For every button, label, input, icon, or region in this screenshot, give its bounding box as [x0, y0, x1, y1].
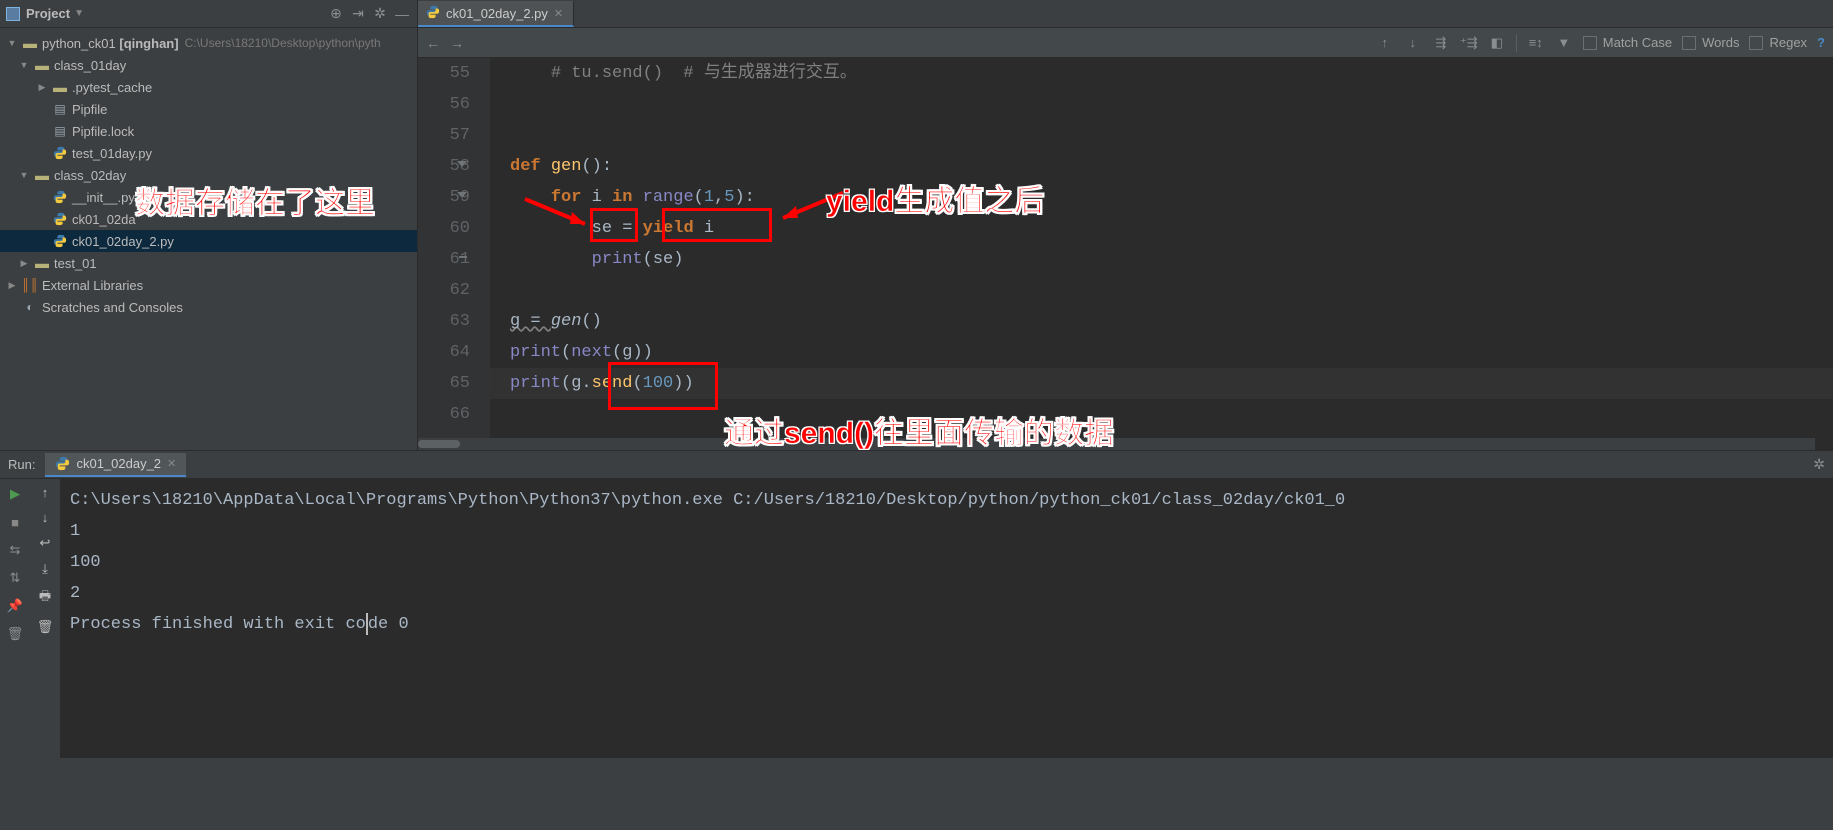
- file-icon: ▤: [52, 123, 68, 139]
- gear-icon[interactable]: ✲: [1813, 456, 1825, 473]
- tree-pyfile[interactable]: test_01day.py: [0, 142, 417, 164]
- python-file-icon: [52, 233, 68, 249]
- folder-icon: ▬: [34, 167, 50, 183]
- tree-root[interactable]: ▼ ▬ python_ck01 [qinghan] C:\Users\18210…: [0, 32, 417, 54]
- select-all-icon[interactable]: ⇶: [1432, 35, 1450, 51]
- close-icon[interactable]: ✕: [554, 7, 563, 20]
- find-window-icon[interactable]: ◧: [1488, 35, 1506, 51]
- gear-icon[interactable]: ✲: [371, 5, 389, 23]
- python-file-icon: [52, 189, 68, 205]
- tree-folder[interactable]: ▼▬ class_01day: [0, 54, 417, 76]
- softwrap-icon[interactable]: ↩: [40, 535, 51, 551]
- scratch-icon: ◐: [22, 299, 38, 315]
- editor-scrollbar[interactable]: [418, 438, 1815, 450]
- run-tab-label: ck01_02day_2: [76, 456, 161, 471]
- help-icon[interactable]: ?: [1817, 35, 1825, 50]
- console-output[interactable]: C:\Users\18210\AppData\Local\Programs\Py…: [60, 479, 1833, 758]
- add-selection-icon[interactable]: ⁺⇶: [1460, 35, 1478, 51]
- python-file-icon: [52, 145, 68, 161]
- run-tab[interactable]: ck01_02day_2 ✕: [45, 453, 186, 477]
- nav-fwd-icon[interactable]: →: [450, 35, 464, 51]
- tree-folder[interactable]: ▼▬ class_02day: [0, 164, 417, 186]
- down-icon[interactable]: ↓: [42, 510, 49, 525]
- tree-pyfile-selected[interactable]: ck01_02day_2.py: [0, 230, 417, 252]
- project-tree[interactable]: ▼ ▬ python_ck01 [qinghan] C:\Users\18210…: [0, 28, 417, 322]
- project-sidebar-header: Project ▼ ⊕ ⇥ ✲ —: [0, 0, 417, 28]
- external-libraries[interactable]: ▶║║ External Libraries: [0, 274, 417, 296]
- close-icon[interactable]: ✕: [167, 457, 176, 470]
- prev-match-icon[interactable]: ↑: [1376, 35, 1394, 50]
- pin-icon[interactable]: 📌: [6, 597, 24, 615]
- next-match-icon[interactable]: ↓: [1404, 35, 1422, 50]
- folder-icon: ▬: [34, 57, 50, 73]
- clear-icon[interactable]: 🗑: [37, 619, 54, 635]
- restart-icon[interactable]: ⇆: [6, 541, 24, 559]
- folder-icon: ▬: [22, 35, 38, 51]
- editor-tabbar: ck01_02day_2.py ✕: [418, 0, 1833, 28]
- trash-icon[interactable]: 🗑: [6, 625, 24, 643]
- tree-folder[interactable]: ▶▬ .pytest_cache: [0, 76, 417, 98]
- tree-file[interactable]: ▤ Pipfile.lock: [0, 120, 417, 142]
- editor-tab-label: ck01_02day_2.py: [446, 6, 548, 21]
- gutter[interactable]: 555657585960616263646566: [418, 58, 490, 450]
- stop-icon[interactable]: ■: [6, 513, 24, 531]
- words-checkbox[interactable]: Words: [1682, 35, 1739, 50]
- root-path: C:\Users\18210\Desktop\python\pyth: [185, 36, 381, 50]
- editor: ck01_02day_2.py ✕ ← → ↑ ↓ ⇶ ⁺⇶ ◧ ≡↕ ▼ Ma…: [418, 0, 1833, 450]
- collapse-icon[interactable]: ⇥: [349, 5, 367, 23]
- run-label: Run:: [8, 457, 35, 472]
- up-icon[interactable]: ↑: [42, 485, 49, 500]
- layout-icon[interactable]: ⇅: [6, 569, 24, 587]
- match-case-checkbox[interactable]: Match Case: [1583, 35, 1672, 50]
- code-lines[interactable]: # tu.send() # 与生成器进行交互。def gen(): for i …: [490, 58, 1833, 450]
- run-console: ▶ ■ ⇆ ⇅ 📌 🗑 ↑ ↓ ↩ ⤓ 🖶 🗑 C:\Users\18210\A…: [0, 478, 1833, 758]
- project-sidebar: Project ▼ ⊕ ⇥ ✲ — ▼ ▬ python_ck01 [qingh…: [0, 0, 418, 450]
- scroll-end-icon[interactable]: ⤓: [42, 561, 48, 577]
- project-icon: [6, 7, 20, 21]
- python-file-icon: [52, 211, 68, 227]
- tree-pyfile[interactable]: __init__.py: [0, 186, 417, 208]
- run-left-toolbar: ▶ ■ ⇆ ⇅ 📌 🗑: [0, 479, 30, 758]
- run-toolbar: Run: ck01_02day_2 ✕ ✲: [0, 450, 1833, 478]
- python-file-icon: [426, 5, 440, 22]
- rerun-icon[interactable]: ▶: [6, 485, 24, 503]
- project-title: Project: [26, 6, 70, 21]
- find-bar: ← → ↑ ↓ ⇶ ⁺⇶ ◧ ≡↕ ▼ Match Case Words Reg…: [418, 28, 1833, 58]
- scratches-consoles[interactable]: ◐ Scratches and Consoles: [0, 296, 417, 318]
- chevron-down-icon[interactable]: ▼: [74, 8, 84, 19]
- tree-file[interactable]: ▤ Pipfile: [0, 98, 417, 120]
- folder-icon: ▬: [52, 79, 68, 95]
- tree-pyfile[interactable]: ck01_02da: [0, 208, 417, 230]
- filter-icon[interactable]: ▼: [1555, 35, 1573, 50]
- regex-checkbox[interactable]: Regex: [1749, 35, 1807, 50]
- find-input[interactable]: [474, 32, 814, 54]
- locate-icon[interactable]: ⊕: [327, 5, 345, 23]
- run-left-toolbar2: ↑ ↓ ↩ ⤓ 🖶 🗑: [30, 479, 60, 758]
- code-editor[interactable]: 555657585960616263646566 # tu.send() # 与…: [418, 58, 1833, 450]
- filter-left-icon[interactable]: ≡↕: [1527, 35, 1545, 50]
- python-file-icon: [55, 456, 70, 471]
- library-icon: ║║: [22, 277, 38, 293]
- tree-folder[interactable]: ▶▬ test_01: [0, 252, 417, 274]
- file-icon: ▤: [52, 101, 68, 117]
- folder-icon: ▬: [34, 255, 50, 271]
- print-icon[interactable]: 🖶: [39, 587, 51, 609]
- minimize-icon[interactable]: —: [393, 5, 411, 23]
- editor-tab[interactable]: ck01_02day_2.py ✕: [418, 1, 574, 27]
- nav-back-icon[interactable]: ←: [426, 35, 440, 51]
